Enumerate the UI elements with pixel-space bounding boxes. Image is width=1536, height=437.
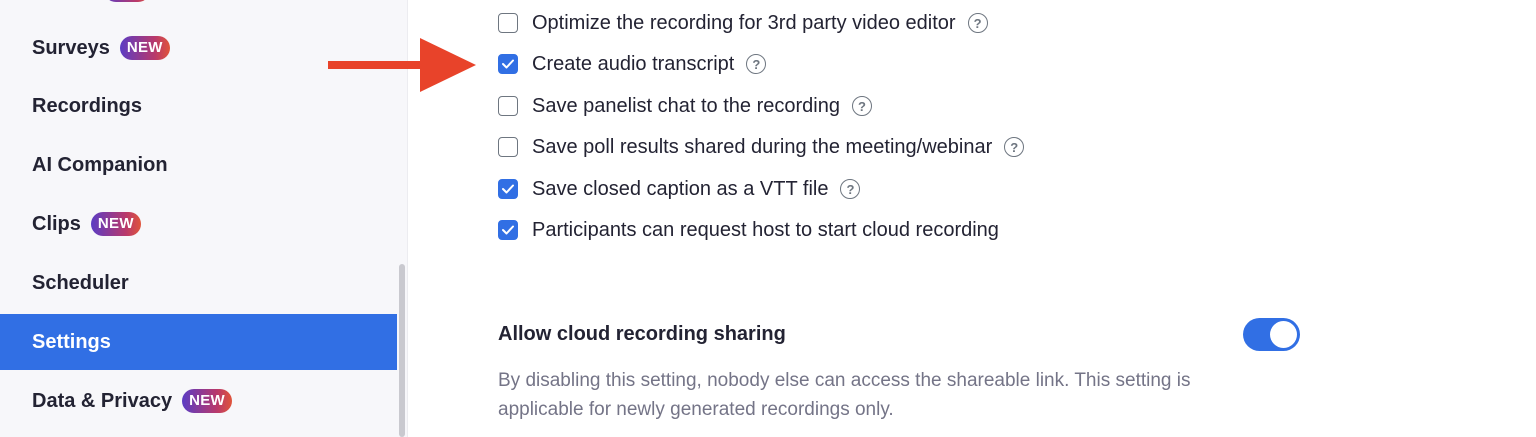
sidebar-scrollbar-thumb[interactable] (399, 264, 405, 437)
new-badge: NEW (90, 212, 141, 236)
closed-caption-checkbox[interactable] (498, 179, 518, 199)
optimize-editor-checkbox[interactable] (498, 13, 518, 33)
sidebar-item-data-privacy[interactable]: Data & Privacy NEW (0, 373, 397, 429)
new-badge-cropped (104, 0, 150, 2)
panelist-chat-checkbox[interactable] (498, 96, 518, 116)
help-icon[interactable]: ? (967, 13, 988, 33)
sidebar-item-scheduler[interactable]: Scheduler (0, 255, 397, 311)
help-icon[interactable]: ? (1004, 137, 1025, 157)
red-arrow-annotation (328, 38, 476, 92)
option-save-poll-results: Save poll results shared during the meet… (498, 135, 1025, 159)
option-request-host-cloud-recording: Participants can request host to start c… (498, 218, 999, 242)
request-host-checkbox[interactable] (498, 220, 518, 240)
option-label: Save closed caption as a VTT file (532, 177, 829, 200)
sidebar-item-label: Surveys (32, 36, 110, 59)
cloud-sharing-description: By disabling this setting, nobody else c… (498, 370, 1191, 420)
cloud-sharing-toggle[interactable] (1243, 318, 1300, 351)
sidebar-item-ai-companion[interactable]: AI Companion (0, 137, 397, 193)
sidebar-item-label: AI Companion (32, 153, 168, 176)
checkmark-icon (502, 184, 514, 194)
sidebar-item-label: Recordings (32, 94, 143, 117)
cloud-sharing-title: Allow cloud recording sharing (498, 323, 786, 345)
option-label: Save poll results shared during the meet… (532, 135, 993, 158)
option-label: Participants can request host to start c… (532, 218, 999, 241)
option-label: Save panelist chat to the recording (532, 94, 840, 117)
option-save-panelist-chat: Save panelist chat to the recording ? (498, 94, 872, 118)
new-badge: NEW (119, 36, 170, 60)
sidebar-item-label: Settings (32, 330, 111, 353)
sidebar-item-label: Clips (32, 212, 81, 235)
toggle-knob (1270, 321, 1297, 348)
option-create-audio-transcript: Create audio transcript ? (498, 52, 767, 76)
checkmark-icon (502, 59, 514, 69)
poll-results-checkbox[interactable] (498, 137, 518, 157)
sidebar-item-clips[interactable]: Clips NEW (0, 196, 397, 252)
option-save-closed-caption-vtt: Save closed caption as a VTT file ? (498, 177, 861, 201)
help-icon[interactable]: ? (840, 179, 861, 199)
help-icon[interactable]: ? (851, 96, 872, 116)
option-label: Create audio transcript (532, 52, 735, 75)
option-optimize-3rd-party-editor: Optimize the recording for 3rd party vid… (498, 11, 988, 35)
new-badge: NEW (182, 389, 232, 413)
sidebar-item-label: Scheduler (32, 271, 129, 294)
checkmark-icon (502, 225, 514, 235)
help-icon[interactable]: ? (746, 54, 767, 74)
sidebar-item-settings[interactable]: Settings (0, 314, 397, 370)
audio-transcript-checkbox[interactable] (498, 54, 518, 74)
sidebar-item-label: Data & Privacy (32, 389, 173, 412)
option-label: Optimize the recording for 3rd party vid… (532, 11, 956, 34)
settings-page: Surveys NEW Recordings AI Companion Clip… (0, 0, 1536, 437)
